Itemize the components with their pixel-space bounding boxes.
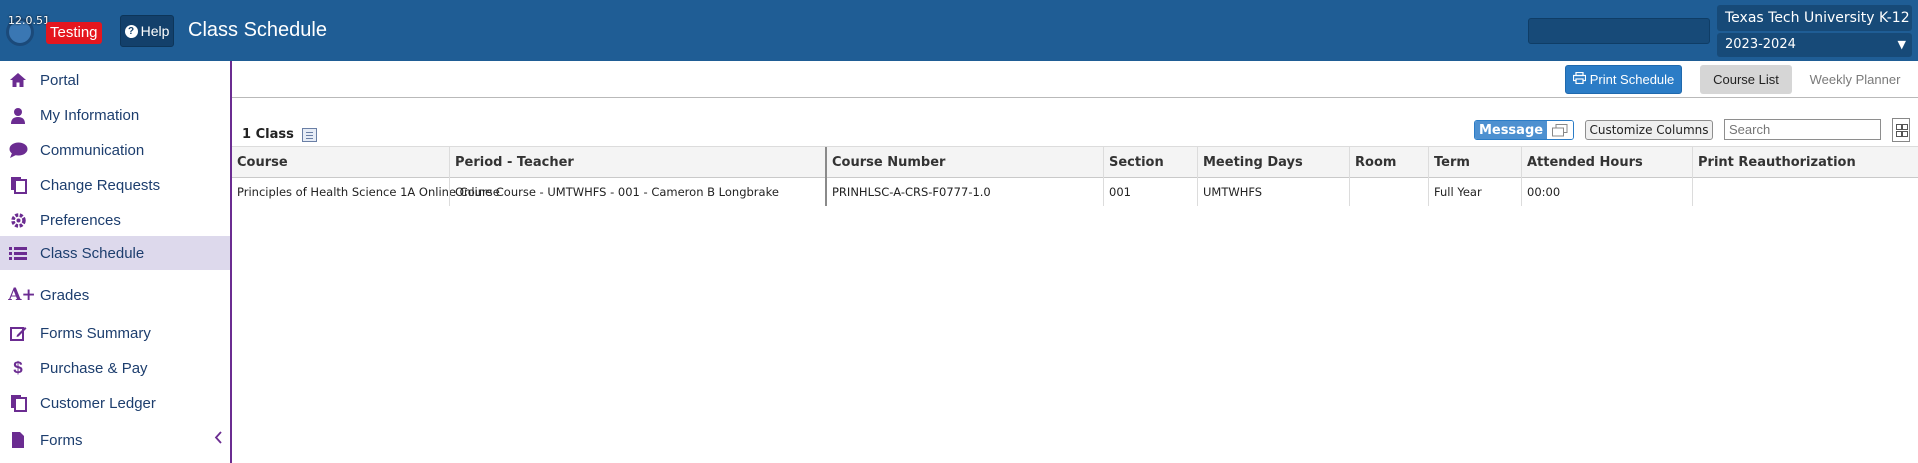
- column-header-term[interactable]: Term: [1428, 147, 1521, 178]
- sidebar-item-portal[interactable]: Portal: [0, 63, 230, 97]
- sidebar-item-label: My Information: [40, 106, 140, 124]
- column-header-section[interactable]: Section: [1103, 147, 1197, 178]
- testing-badge: Testing: [46, 22, 102, 44]
- class-count: 1 Class: [242, 127, 317, 142]
- caret-down-icon: ▼: [1897, 38, 1906, 51]
- grid-view-icon[interactable]: [1892, 118, 1910, 142]
- sidebar-item-preferences[interactable]: Preferences: [0, 203, 230, 237]
- district-selector[interactable]: Texas Tech University K-12: [1717, 5, 1912, 31]
- column-header-meeting-days[interactable]: Meeting Days: [1197, 147, 1349, 178]
- sidebar-item-purchase-pay[interactable]: $ Purchase & Pay: [0, 351, 230, 385]
- cell-print-reauthorization: [1692, 178, 1918, 206]
- column-header-course[interactable]: Course: [232, 147, 449, 178]
- sidebar-item-label: Forms Summary: [40, 324, 151, 342]
- page-title: Class Schedule: [188, 19, 327, 41]
- sidebar-item-label: Forms: [40, 431, 83, 449]
- sidebar-item-label: Grades: [40, 286, 90, 304]
- printer-icon: [1572, 71, 1586, 87]
- cell-meeting-days: UMTWHFS: [1197, 178, 1349, 206]
- tab-course-list[interactable]: Course List: [1700, 65, 1792, 94]
- sidebar-item-class-schedule[interactable]: Class Schedule: [0, 236, 230, 270]
- version-label: 12.0.51: [8, 14, 50, 27]
- gear-icon: [8, 211, 28, 229]
- column-header-course-number[interactable]: Course Number: [825, 147, 1103, 178]
- documents-icon: [8, 176, 28, 194]
- sidebar-item-communication[interactable]: Communication: [0, 133, 230, 167]
- table-header: Course Period - Teacher Course Number Se…: [232, 146, 1918, 178]
- sidebar-item-customer-ledger[interactable]: Customer Ledger: [0, 386, 230, 420]
- sidebar-item-forms-summary[interactable]: Forms Summary: [0, 316, 230, 350]
- documents-icon: [8, 394, 28, 412]
- a-plus-icon: A+: [8, 285, 36, 305]
- sidebar-item-label: Communication: [40, 141, 145, 159]
- sidebar-item-forms[interactable]: Forms: [0, 423, 230, 457]
- school-year-select[interactable]: 2023-2024 ▼: [1717, 33, 1912, 57]
- message-window-icon: [1547, 121, 1573, 139]
- column-header-period-teacher[interactable]: Period - Teacher: [449, 147, 715, 178]
- list-icon: [8, 244, 28, 262]
- cell-term: Full Year: [1428, 178, 1521, 206]
- sidebar-item-label: Portal: [40, 71, 80, 89]
- chevron-left-icon[interactable]: [214, 431, 222, 449]
- sidebar-item-grades[interactable]: A+ Grades: [0, 278, 230, 312]
- cell-course-number: PRINHLSC-A-CRS-F0777-1.0: [825, 178, 1103, 206]
- sidebar-item-label: Customer Ledger: [40, 394, 156, 412]
- top-header: 12.0.51 Testing ? Help Class Schedule Te…: [0, 0, 1918, 61]
- cell-attended-hours: 00:00: [1521, 178, 1692, 206]
- table-row[interactable]: Principles of Health Science 1A Online C…: [232, 178, 1918, 206]
- question-icon: ?: [124, 24, 138, 38]
- sidebar-item-my-information[interactable]: My Information: [0, 98, 230, 132]
- app-logo[interactable]: 12.0.51 Testing: [6, 12, 106, 52]
- help-button[interactable]: ? Help: [120, 15, 174, 47]
- sidebar-item-label: Change Requests: [40, 176, 161, 194]
- sidebar-item-label: Purchase & Pay: [40, 359, 148, 377]
- sidebar-item-label: Class Schedule: [40, 244, 145, 262]
- action-bar: Print Schedule Course List Weekly Planne…: [232, 61, 1918, 98]
- chat-bubble-icon: [8, 141, 28, 159]
- main-content: Print Schedule Course List Weekly Planne…: [232, 61, 1918, 463]
- print-schedule-label: Print Schedule: [1589, 72, 1675, 87]
- print-schedule-button[interactable]: Print Schedule: [1565, 65, 1682, 94]
- message-button[interactable]: Message: [1474, 120, 1574, 140]
- edit-icon: [8, 324, 28, 342]
- column-header-room[interactable]: Room: [1349, 147, 1428, 178]
- message-label: Message: [1475, 121, 1547, 139]
- tab-weekly-planner[interactable]: Weekly Planner: [1800, 65, 1910, 94]
- class-count-label: 1 Class: [242, 127, 294, 142]
- user-icon: [8, 106, 28, 124]
- export-icon[interactable]: [301, 127, 317, 142]
- sidebar: Portal My Information Communication Chan…: [0, 61, 232, 463]
- school-year-value: 2023-2024: [1725, 37, 1796, 52]
- cell-room: [1349, 178, 1428, 206]
- file-icon: [8, 431, 28, 449]
- customize-columns-button[interactable]: Customize Columns: [1585, 120, 1713, 140]
- sidebar-item-change-requests[interactable]: Change Requests: [0, 168, 230, 202]
- dollar-icon: $: [13, 358, 23, 377]
- column-header-print-reauthorization[interactable]: Print Reauthorization: [1692, 147, 1918, 178]
- cell-section: 001: [1103, 178, 1197, 206]
- home-icon: [8, 71, 28, 89]
- column-header-attended-hours[interactable]: Attended Hours: [1521, 147, 1692, 178]
- help-label: Help: [140, 23, 170, 39]
- cell-course: Principles of Health Science 1A Online C…: [237, 185, 500, 199]
- table-search-input[interactable]: [1724, 119, 1881, 140]
- cell-period-teacher: Online Course - UMTWHFS - 001 - Cameron …: [449, 178, 779, 206]
- sidebar-item-label: Preferences: [40, 211, 121, 229]
- header-search-input[interactable]: [1528, 18, 1710, 44]
